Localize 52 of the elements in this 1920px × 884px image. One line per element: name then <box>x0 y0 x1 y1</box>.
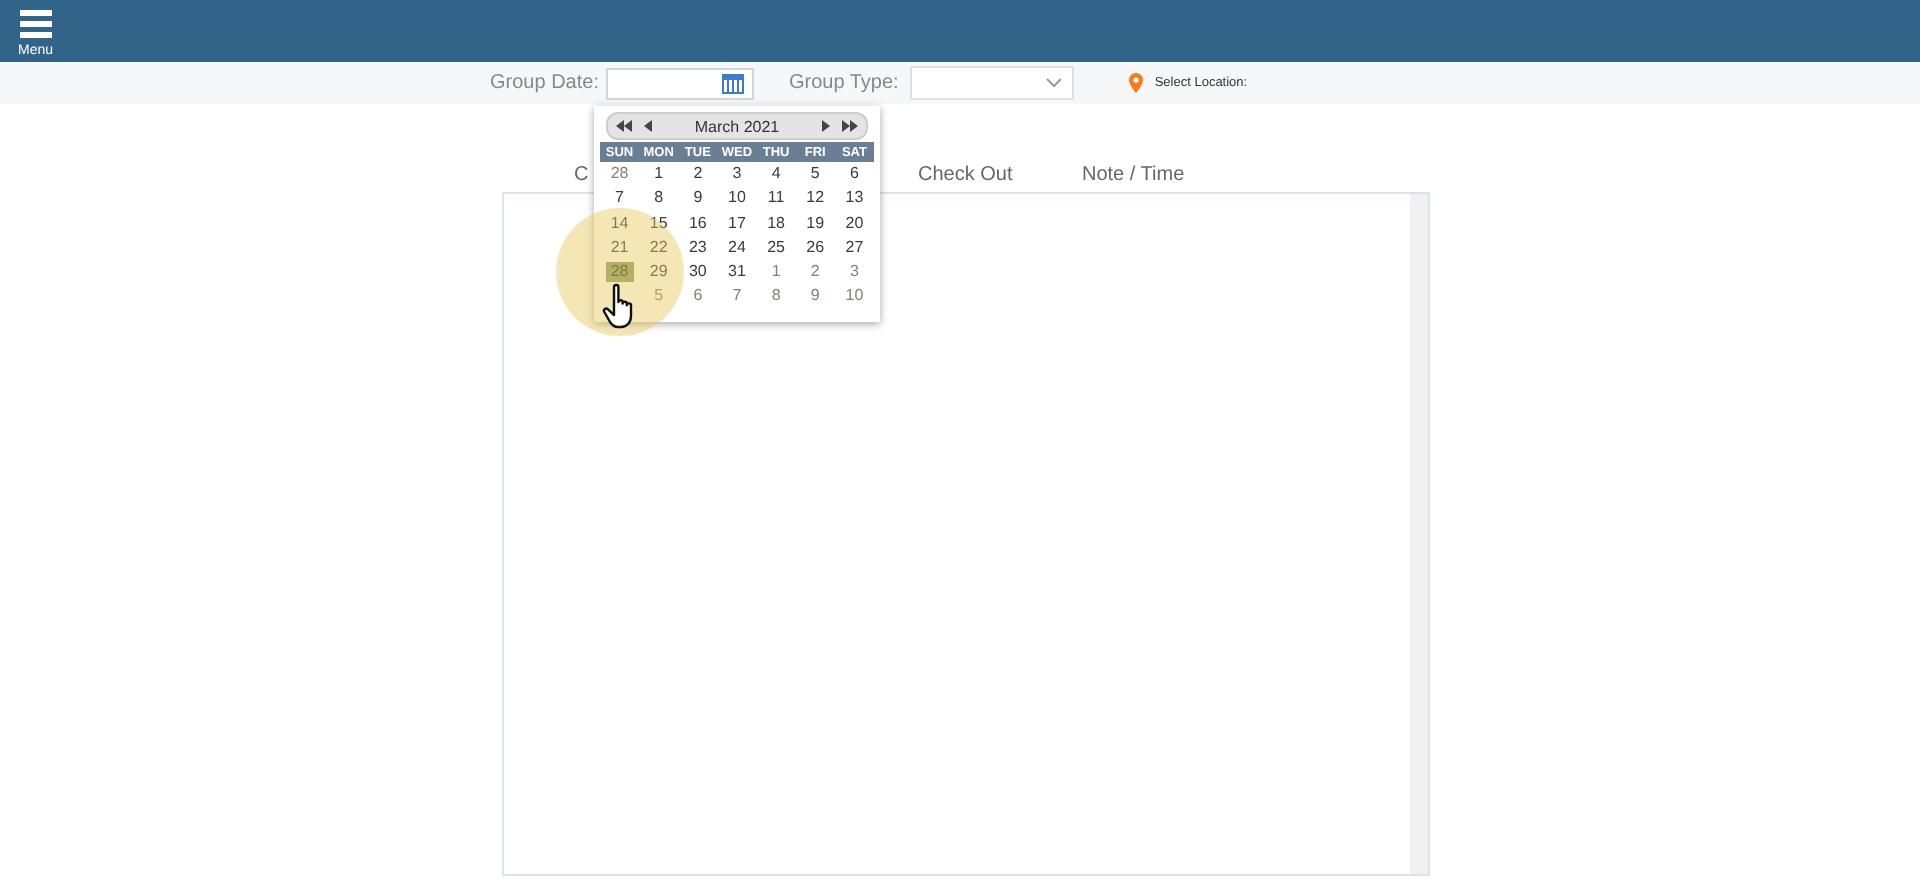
day-cell[interactable]: 30 <box>678 260 718 285</box>
menu-icon <box>19 9 52 37</box>
chevron-down-icon <box>1046 78 1063 88</box>
day-cell[interactable]: 9 <box>678 186 718 212</box>
day-cell[interactable]: 10 <box>717 186 757 212</box>
day-cell[interactable]: 9 <box>795 284 835 310</box>
day-cell[interactable]: 28 <box>600 162 640 187</box>
day-cell[interactable]: 29 <box>639 260 679 285</box>
day-cell[interactable]: 11 <box>756 186 796 212</box>
group-date-field[interactable] <box>606 67 755 99</box>
double-left-arrow-icon[interactable] <box>616 120 632 132</box>
column-header: C <box>574 164 589 186</box>
day-cell[interactable]: 5 <box>795 162 835 187</box>
day-cell[interactable]: 10 <box>834 284 874 310</box>
day-cell[interactable]: 24 <box>717 235 757 261</box>
day-cell[interactable]: 6 <box>834 162 874 187</box>
day-cell[interactable]: 1 <box>756 260 796 285</box>
month-title[interactable]: March 2021 <box>664 117 810 135</box>
day-cell[interactable]: 17 <box>717 211 757 236</box>
day-cell[interactable]: 23 <box>678 235 718 261</box>
day-cell[interactable]: 21 <box>600 235 640 261</box>
location-pin-icon[interactable] <box>1128 72 1145 94</box>
day-cell[interactable]: 27 <box>834 235 874 261</box>
group-date-label: Group Date: <box>490 72 599 94</box>
day-cell[interactable]: 3 <box>834 260 874 285</box>
scrollbar[interactable] <box>1410 194 1428 874</box>
day-cell[interactable]: 26 <box>795 235 835 261</box>
day-cell[interactable]: 16 <box>678 211 718 236</box>
day-cell[interactable]: 13 <box>834 186 874 212</box>
day-cell[interactable]: 31 <box>717 260 757 285</box>
day-cell[interactable]: 6 <box>678 284 718 310</box>
column-header: Note / Time <box>1082 164 1185 186</box>
calendar-icon[interactable] <box>722 73 745 93</box>
right-arrow-icon[interactable] <box>822 120 830 132</box>
day-cell[interactable]: 1 <box>639 162 679 187</box>
day-cell[interactable]: 12 <box>795 186 835 212</box>
day-cell[interactable]: 20 <box>834 211 874 236</box>
day-cell[interactable]: 8 <box>756 284 796 310</box>
day-cell[interactable]: 7 <box>717 284 757 310</box>
day-cell[interactable]: 8 <box>639 186 679 212</box>
column-header: Check Out <box>918 164 1013 186</box>
double-right-arrow-icon[interactable] <box>842 120 858 132</box>
day-cell[interactable]: 2 <box>795 260 835 285</box>
day-cell[interactable]: 7 <box>600 186 640 212</box>
day-cell[interactable]: 25 <box>756 235 796 261</box>
day-cell[interactable]: 4 <box>756 162 796 187</box>
day-cell[interactable]: 3 <box>717 162 757 187</box>
day-cell[interactable]: 2 <box>678 162 718 187</box>
day-cell[interactable]: 18 <box>756 211 796 236</box>
left-arrow-icon[interactable] <box>644 120 652 132</box>
group-type-label: Group Type: <box>788 72 899 94</box>
day-cell[interactable]: 19 <box>795 211 835 236</box>
